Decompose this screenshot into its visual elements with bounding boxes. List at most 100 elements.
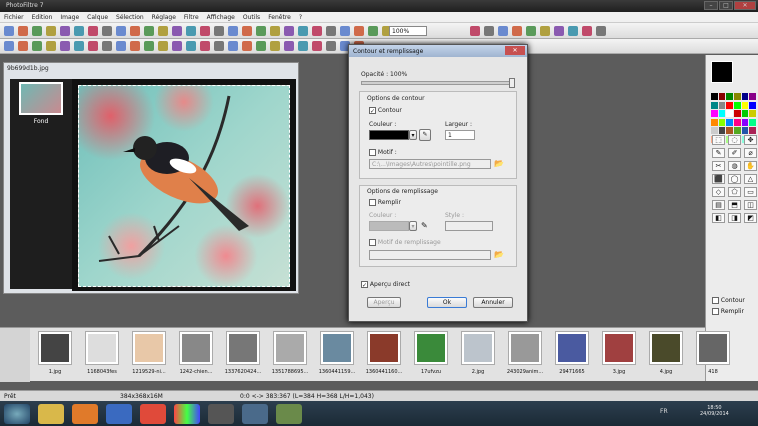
toolbar-button-icon[interactable] [256,41,266,51]
palette-swatch[interactable] [741,118,749,126]
palette-swatch[interactable] [726,110,733,117]
palette-swatch[interactable] [749,127,756,134]
toolbar-button-icon[interactable] [298,41,308,51]
palette-swatch[interactable] [749,118,756,126]
toolbar-button-icon[interactable] [200,25,210,36]
dialog-close-button[interactable]: ✕ [505,46,525,55]
palette-swatch[interactable] [711,118,718,126]
toolbar-button-icon[interactable] [130,25,140,36]
thumbnail[interactable] [696,331,730,365]
layer-thumbnail[interactable] [19,82,63,115]
palette-swatch[interactable] [741,110,749,117]
toolbar-button-icon[interactable] [284,41,294,51]
palette-swatch[interactable] [741,101,749,109]
fill-eyedropper-icon[interactable]: ✎ [421,221,428,230]
toolbar-button-icon[interactable] [186,25,196,36]
annuler-button[interactable]: Annuler [473,297,513,308]
menu-item[interactable]: Réglage [152,14,176,21]
palette-swatch[interactable] [726,127,733,134]
minimize-button[interactable]: – [704,1,718,10]
palette-swatch[interactable] [718,110,726,117]
toolbar-button-icon[interactable] [228,41,238,51]
toolbar-button-icon[interactable] [540,25,550,36]
palette-swatch[interactable] [726,101,733,109]
toolbar-button-icon[interactable] [4,41,14,51]
tool-icon[interactable]: ✐ [728,148,741,158]
fill-color-dropdown[interactable]: ▾ [409,221,417,231]
motif-remplissage-checkbox[interactable] [369,239,376,246]
contour-check-row[interactable]: ✓ Contour [369,107,402,115]
close-button[interactable]: ✕ [734,1,756,10]
palette-swatch[interactable] [733,101,741,109]
menu-item[interactable]: Filtre [184,14,199,21]
thumbnail[interactable] [649,331,683,365]
tool-icon[interactable]: ✂ [712,161,725,171]
thumbnail[interactable] [320,331,354,365]
thumbnail[interactable] [555,331,589,365]
palette-swatch[interactable] [741,127,749,134]
toolbar-button-icon[interactable] [526,25,536,36]
toolbar-button-icon[interactable] [102,41,112,51]
toolbar-button-icon[interactable] [32,41,42,51]
menu-item[interactable]: Fenêtre [268,14,291,21]
tool-icon[interactable]: △ [744,174,757,184]
toolbar-button-icon[interactable] [102,25,112,36]
start-button[interactable] [4,404,30,424]
toolbar-button-icon[interactable] [242,25,252,36]
tool-icon[interactable]: ◩ [744,213,757,223]
palette-swatch[interactable] [711,127,718,134]
fill-color-swatch[interactable] [369,221,409,231]
palette-swatch[interactable] [711,101,718,109]
palette-swatch[interactable] [718,101,726,109]
palette-swatch[interactable] [741,93,749,100]
apercu-button[interactable]: Aperçu [367,297,401,308]
palette-swatch[interactable] [726,93,733,100]
folder-icon[interactable]: 📂 [494,159,504,168]
palette-swatch[interactable] [733,93,741,100]
toolbar-button-icon[interactable] [74,25,84,36]
toolbar-button-icon[interactable] [214,41,224,51]
toolbar-button-icon[interactable] [228,25,238,36]
tool-icon[interactable]: ✥ [744,135,757,145]
toolbar-button-icon[interactable] [172,25,182,36]
toolbar-button-icon[interactable] [88,41,98,51]
toolbar-button-icon[interactable] [214,25,224,36]
toolbar-button-icon[interactable] [568,25,578,36]
remplir-row[interactable]: Remplir [369,199,401,206]
toolbar-button-icon[interactable] [512,25,522,36]
ok-button[interactable]: Ok [427,297,467,308]
thumbnail[interactable] [367,331,401,365]
thumbnail[interactable] [226,331,260,365]
toolbar-button-icon[interactable] [158,41,168,51]
toolbar-button-icon[interactable] [200,41,210,51]
toolbar-button-icon[interactable] [158,25,168,36]
toolbar-button-icon[interactable] [298,25,308,36]
thumbnail[interactable] [132,331,166,365]
toolbar-button-icon[interactable] [242,41,252,51]
tool-icon[interactable]: ◨ [728,213,741,223]
fill-motif-field[interactable] [369,250,491,260]
thumbnail[interactable] [85,331,119,365]
thumbnail[interactable] [179,331,213,365]
tool-icon[interactable]: ▤ [712,200,725,210]
menu-item[interactable]: Affichage [207,14,235,21]
largeur-field[interactable]: 1 [445,130,475,140]
toolbar-button-icon[interactable] [130,41,140,51]
tool-icon[interactable]: ◧ [712,213,725,223]
explorer-icon[interactable] [38,404,64,424]
media-icon[interactable] [72,404,98,424]
toolbar-button-icon[interactable] [144,25,154,36]
toolbar-button-icon[interactable] [60,25,70,36]
tool-icon[interactable]: ◯ [728,174,741,184]
ie-icon[interactable] [106,404,132,424]
toolbar-button-icon[interactable] [596,25,606,36]
toolbar-button-icon[interactable] [484,25,494,36]
zoom-field[interactable]: 100% [389,26,427,36]
contour-option[interactable]: Contour [712,297,745,304]
toolbar-button-icon[interactable] [582,25,592,36]
search-icon[interactable] [242,404,268,424]
toolbar-button-icon[interactable] [74,41,84,51]
toolbar-button-icon[interactable] [32,25,42,36]
tool-icon[interactable]: ⬒ [728,200,741,210]
motif-path-field[interactable]: C:\...\Images\Autres\pointille.png [369,159,491,169]
